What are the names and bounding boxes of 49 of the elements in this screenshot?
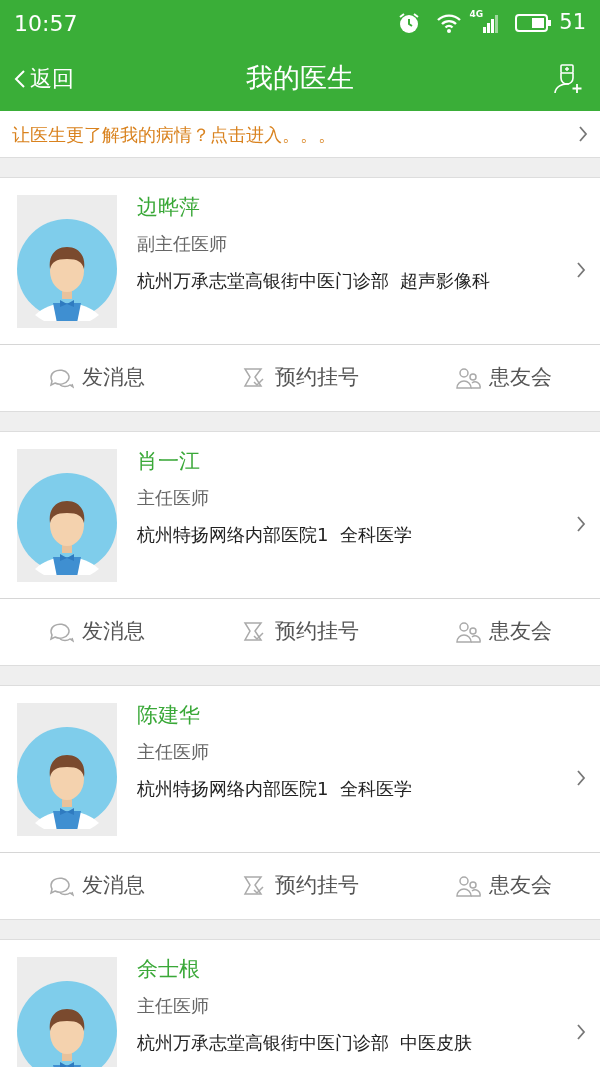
signal-icon bbox=[483, 13, 500, 33]
doctor-name: 陈建华 bbox=[137, 703, 201, 729]
alarm-icon bbox=[397, 12, 420, 34]
patient-group-button[interactable]: 患友会 bbox=[449, 358, 558, 398]
chevron-right-icon bbox=[576, 1022, 586, 1041]
hospital-department: 杭州特扬网络内部医院1 全科医学 bbox=[137, 777, 413, 802]
patient-group-button[interactable]: 患友会 bbox=[449, 866, 558, 906]
doctor-name: 余士根 bbox=[137, 957, 201, 983]
battery-icon bbox=[515, 14, 552, 32]
doctor-card[interactable]: 余士根 主任医师 杭州万承志堂高银街中医门诊部 中医皮肤 bbox=[0, 940, 600, 1067]
people-icon bbox=[455, 874, 481, 898]
back-icon bbox=[14, 68, 26, 89]
page-title: 我的医生 bbox=[246, 61, 354, 96]
wifi-icon bbox=[435, 13, 462, 33]
clock-time: 10:57 bbox=[14, 9, 78, 38]
patient-group-button[interactable]: 患友会 bbox=[449, 612, 558, 652]
network-type: 4G bbox=[469, 8, 484, 21]
hospital-department: 杭州万承志堂高银街中医门诊部 中医皮肤 bbox=[137, 1031, 474, 1056]
doctor-title: 主任医师 bbox=[137, 994, 210, 1019]
people-icon bbox=[455, 366, 481, 390]
doctor-name: 边晔萍 bbox=[137, 195, 201, 221]
chevron-right-icon bbox=[576, 514, 586, 533]
send-message-button[interactable]: 发消息 bbox=[42, 358, 151, 398]
hourglass-check-icon bbox=[241, 620, 267, 644]
battery-level: 51 bbox=[559, 9, 586, 37]
chat-bubbles-icon bbox=[48, 366, 74, 390]
chevron-right-icon bbox=[576, 768, 586, 787]
hourglass-check-icon bbox=[241, 366, 267, 390]
doctor-card[interactable]: 肖一江 主任医师 杭州特扬网络内部医院1 全科医学 bbox=[0, 432, 600, 599]
appointment-button[interactable]: 预约挂号 bbox=[235, 866, 365, 906]
doctor-title: 副主任医师 bbox=[137, 232, 228, 257]
hospital-department: 杭州特扬网络内部医院1 全科医学 bbox=[137, 523, 413, 548]
chat-bubbles-icon bbox=[48, 874, 74, 898]
people-icon bbox=[455, 620, 481, 644]
chevron-right-icon bbox=[578, 125, 588, 143]
doctor-name: 肖一江 bbox=[137, 449, 201, 475]
hospital-department: 杭州万承志堂高银街中医门诊部 超声影像科 bbox=[137, 269, 492, 294]
appointment-button[interactable]: 预约挂号 bbox=[235, 358, 365, 398]
doctor-card[interactable]: 边晔萍 副主任医师 杭州万承志堂高银街中医门诊部 超声影像科 bbox=[0, 178, 600, 345]
add-doctor-icon[interactable] bbox=[554, 63, 584, 94]
send-message-button[interactable]: 发消息 bbox=[42, 612, 151, 652]
chat-bubbles-icon bbox=[48, 620, 74, 644]
send-message-button[interactable]: 发消息 bbox=[42, 866, 151, 906]
hourglass-check-icon bbox=[241, 874, 267, 898]
doctor-title: 主任医师 bbox=[137, 486, 210, 511]
doctor-title: 主任医师 bbox=[137, 740, 210, 765]
chevron-right-icon bbox=[576, 260, 586, 279]
doctor-card[interactable]: 陈建华 主任医师 杭州特扬网络内部医院1 全科医学 bbox=[0, 686, 600, 853]
appointment-button[interactable]: 预约挂号 bbox=[235, 612, 365, 652]
